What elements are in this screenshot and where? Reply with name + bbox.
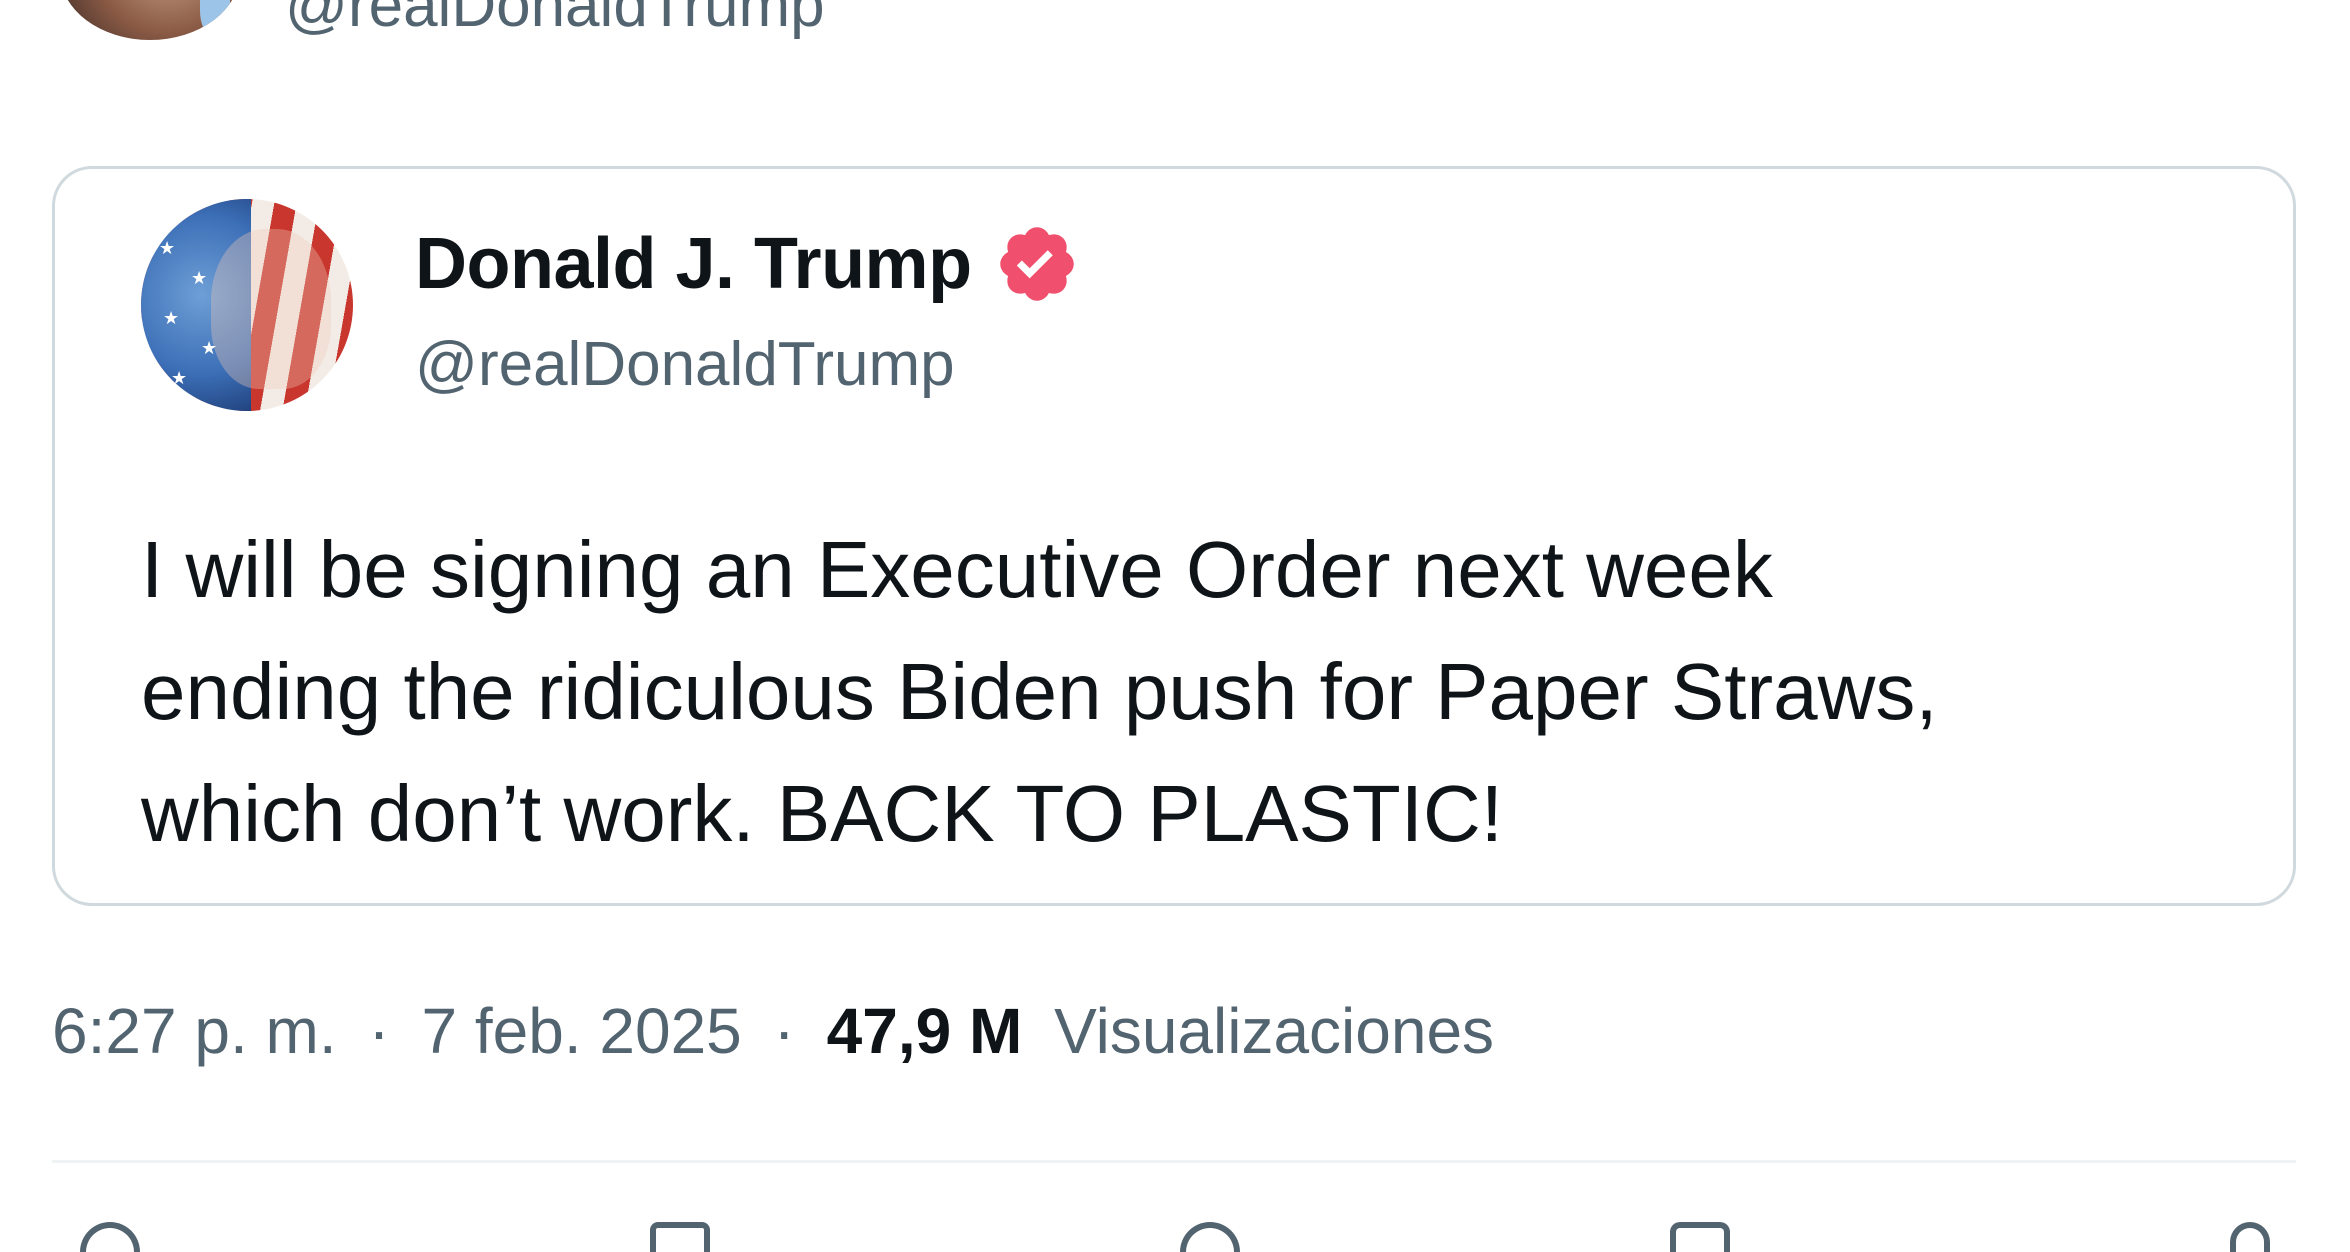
views-label[interactable]: Visualizaciones — [1054, 995, 1494, 1067]
tweet-text-line: ending the ridiculous Biden push for Pap… — [141, 647, 1938, 736]
views-count[interactable]: 47,9 M — [827, 995, 1023, 1067]
meta-separator: · — [368, 995, 390, 1067]
tweet-date[interactable]: 7 feb. 2025 — [421, 995, 741, 1067]
tweet-text-line: I will be signing an Executive Order nex… — [141, 525, 1773, 614]
verified-badge-icon — [999, 227, 1074, 301]
quoted-author-handle[interactable]: @realDonaldTrump — [415, 329, 955, 400]
quoted-author-avatar[interactable]: ★ ★ ★ ★ ★ — [141, 199, 353, 411]
star-icon: ★ — [201, 338, 218, 358]
tweet-metadata: 6:27 p. m. · 7 feb. 2025 · 47,9 M Visual… — [52, 994, 1494, 1068]
author-avatar[interactable] — [60, 0, 240, 40]
quoted-tweet-card[interactable]: ★ ★ ★ ★ ★ Donald J. Trump @realDonaldTru… — [52, 166, 2296, 906]
avatar-face — [211, 229, 331, 389]
author-handle[interactable]: @realDonaldTrump — [285, 0, 825, 41]
tweet-text-line: which don’t work. BACK TO PLASTIC! — [141, 769, 1503, 858]
reply-icon[interactable] — [80, 1222, 140, 1252]
star-icon: ★ — [163, 308, 180, 328]
like-icon[interactable] — [1180, 1222, 1240, 1252]
star-icon: ★ — [171, 368, 188, 388]
bookmark-icon[interactable] — [1670, 1222, 1730, 1252]
quoted-tweet-text: I will be signing an Executive Order nex… — [141, 509, 2251, 875]
star-icon: ★ — [159, 238, 176, 258]
avatar-detail — [200, 0, 230, 35]
star-icon: ★ — [191, 268, 208, 288]
quoted-author-name-row: Donald J. Trump — [415, 221, 1080, 307]
repost-icon[interactable] — [650, 1222, 710, 1252]
tweet-time[interactable]: 6:27 p. m. — [52, 995, 337, 1067]
meta-separator: · — [773, 995, 795, 1067]
quoted-author-name[interactable]: Donald J. Trump — [415, 223, 972, 305]
share-icon[interactable] — [2230, 1222, 2270, 1252]
divider — [52, 1160, 2296, 1163]
